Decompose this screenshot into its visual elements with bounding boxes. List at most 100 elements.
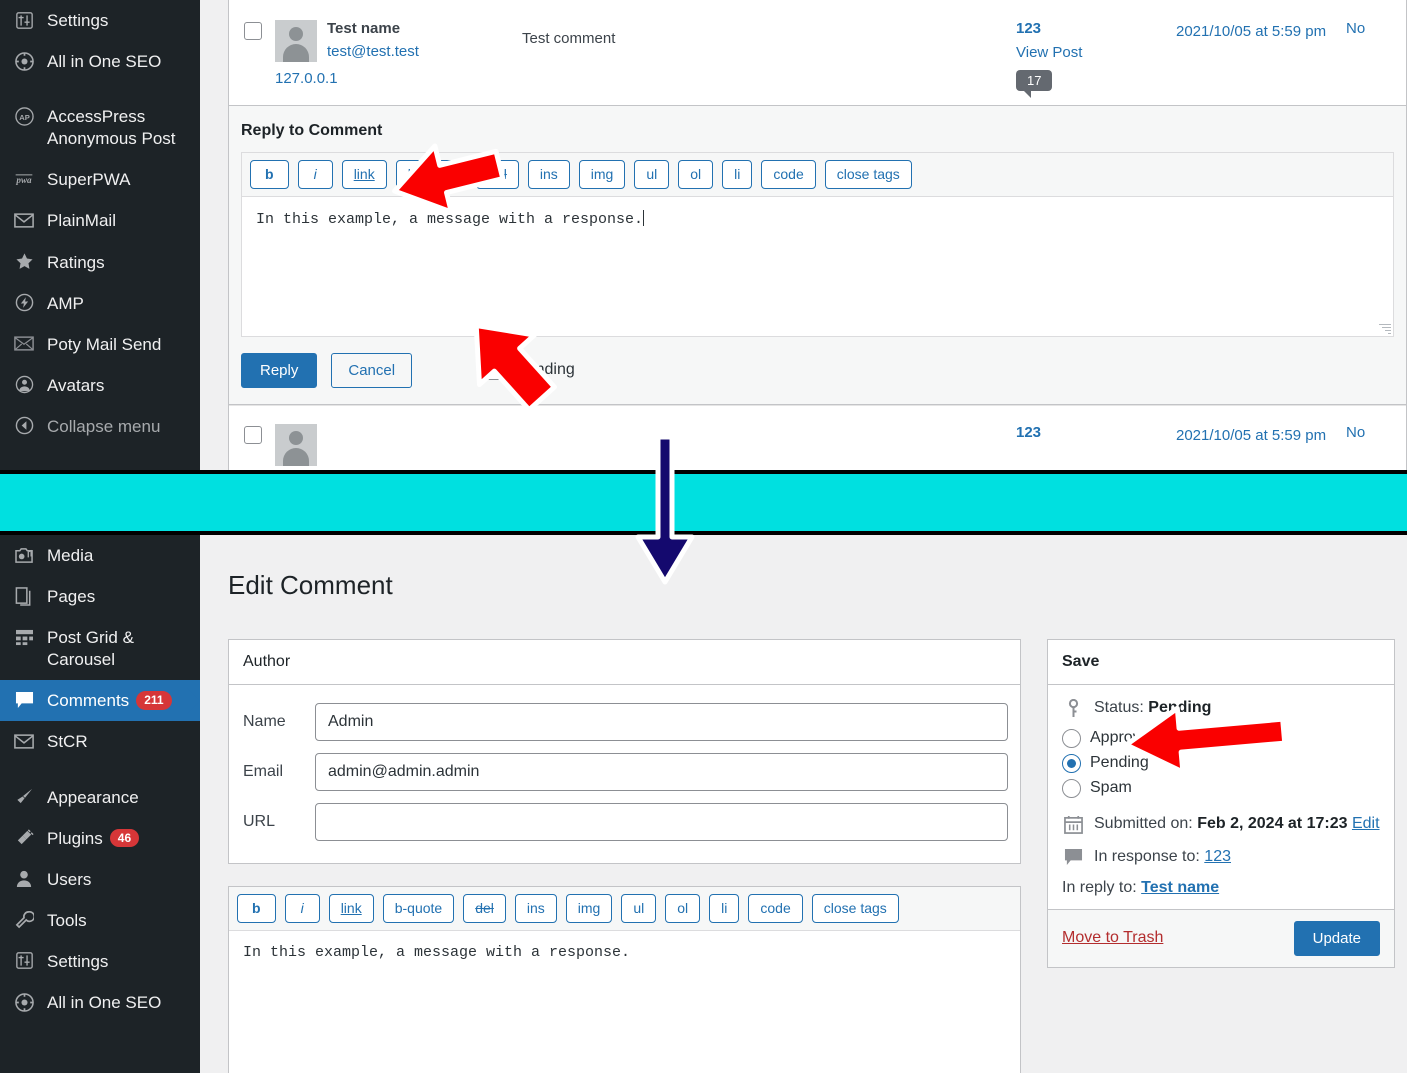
resize-handle[interactable] [1379,322,1391,334]
sidebar-item-label: Appearance [47,787,139,807]
sidebar-item-collapse-menu[interactable]: Collapse menu [0,406,200,447]
comment-textarea[interactable]: In this example, a message with a respon… [229,929,1020,1073]
qt-button-img[interactable]: img [578,160,626,189]
grid-icon [12,626,36,648]
author-url-input[interactable] [315,802,1008,841]
status-radio-spam[interactable]: Spam [1062,776,1380,801]
qt-button-ins[interactable]: ins [514,893,557,923]
author-email-row: Email [241,747,1008,797]
reply-textarea[interactable]: In this example, a message with a respon… [241,196,1394,337]
qt-button-b-quote[interactable]: b-quote [382,893,455,923]
submitted-on[interactable]: 2021/10/05 at 5:59 pm [1176,424,1346,466]
sidebar-item-poty-mail-send[interactable]: Poty Mail Send [0,324,200,365]
pending-checkbox[interactable] [486,360,507,381]
move-to-trash-link[interactable]: Move to Trash [1062,929,1163,947]
pending-label: Pending [516,361,575,379]
avatar [275,20,317,62]
select-comment-checkbox[interactable] [244,22,262,40]
save-metabox: Save Status: Pending Approved Pending Sp… [1047,638,1395,968]
row-checkbox-cell[interactable] [229,20,275,91]
response-post-link[interactable]: 123 [1204,848,1231,865]
post-title-link[interactable]: 123 [1016,20,1176,37]
reply-text-value: In this example, a message with a respon… [256,210,644,228]
qt-button-del[interactable]: del [476,160,519,189]
qt-button-i[interactable]: i [297,160,333,189]
sidebar-item-accesspress-anonymous-post[interactable]: AP AccessPress Anonymous Post [0,96,200,159]
reply-button[interactable]: Reply [241,352,318,388]
envelope-icon [12,333,36,355]
qt-button-li[interactable]: li [722,160,753,189]
sidebar-item-plainmail[interactable]: PlainMail [0,200,200,241]
table-row[interactable]: 123 2021/10/05 at 5:59 pm No [229,404,1406,470]
brush-icon [12,786,36,808]
cancel-button[interactable]: Cancel [331,352,413,388]
author-email-link[interactable]: test@test.test [327,43,419,60]
sidebar-item-appearance[interactable]: Appearance [0,777,200,818]
page-title: Edit Comment [228,570,393,601]
edit-comment-main-column: Author Name Email URL [228,638,1021,1073]
calendar-icon [1062,815,1084,834]
sidebar-item-stcr[interactable]: StCR [0,721,200,762]
edit-date-link[interactable]: Edit [1352,815,1380,832]
sidebar-item-amp[interactable]: AMP [0,283,200,324]
wrench-icon [12,909,36,931]
qt-button-ol[interactable]: ol [678,160,714,189]
qt-button-code[interactable]: code [761,160,816,189]
qt-button-link[interactable]: link [341,160,387,189]
radio-label-pending: Pending [1090,754,1149,772]
author-email-input[interactable] [315,752,1008,791]
qt-button-i[interactable]: i [284,893,320,923]
svg-text:pwa: pwa [15,176,32,186]
sidebar-item-plugins[interactable]: Plugins 46 [0,818,200,859]
sidebar-item-avatars[interactable]: Avatars [0,365,200,406]
sidebar-item-users[interactable]: Users [0,859,200,900]
sidebar-item-all-in-one-seo[interactable]: All in One SEO [0,41,200,82]
table-row[interactable]: Test name test@test.test 127.0.0.1 Test … [229,0,1406,105]
pending-checkbox-group[interactable]: Pending [486,360,575,381]
qt-button-code[interactable]: code [748,893,803,923]
qt-button-b[interactable]: b [250,160,289,189]
qt-button-link[interactable]: link [328,893,374,923]
sidebar-item-pages[interactable]: Pages [0,576,200,617]
author-name-input[interactable] [315,702,1008,741]
radio-pending[interactable] [1062,753,1081,773]
reply-to-author-link[interactable]: Test name [1141,879,1219,896]
author-ip-link[interactable]: 127.0.0.1 [275,70,510,87]
sidebar-item-media[interactable]: Media [0,535,200,576]
sidebar-item-post-grid-carousel[interactable]: Post Grid & Carousel [0,617,200,680]
qt-button-del[interactable]: del [463,893,506,923]
qt-button-ins[interactable]: ins [527,160,570,189]
post-title-link[interactable]: 123 [1016,424,1176,441]
view-post-link[interactable]: View Post [1016,44,1176,61]
qt-button-b[interactable]: b [237,893,276,923]
sidebar-item-ratings[interactable]: Ratings [0,242,200,283]
quicktags-toolbar: b i link b-quote del ins img ul ol li co… [241,152,1394,197]
select-comment-checkbox[interactable] [244,425,262,444]
admin-sidebar-top: Settings All in One SEO AP AccessPress A… [0,0,200,470]
submitted-on[interactable]: 2021/10/05 at 5:59 pm [1176,20,1346,91]
sidebar-item-comments[interactable]: Comments 211 [0,680,200,722]
sidebar-item-superpwa[interactable]: pwa SuperPWA [0,159,200,200]
comment-count-badge[interactable]: 17 [1016,70,1053,98]
sidebar-item-settings[interactable]: Settings [0,941,200,982]
qt-button-ul[interactable]: ul [634,160,670,189]
qt-button-img[interactable]: img [565,893,613,923]
row-checkbox-cell[interactable] [229,424,275,466]
sidebar-item-all-in-one-seo[interactable]: All in One SEO [0,982,200,1023]
qt-button-close-tags[interactable]: close tags [824,160,912,189]
qt-button-ul[interactable]: ul [621,893,657,923]
update-button[interactable]: Update [1293,920,1380,956]
radio-spam[interactable] [1062,778,1081,798]
qt-button-li[interactable]: li [709,893,740,923]
sidebar-item-label: Poty Mail Send [47,334,162,354]
status-radio-pending[interactable]: Pending [1062,751,1380,776]
qt-button-close-tags[interactable]: close tags [811,893,899,923]
qt-button-b-quote[interactable]: b-quote [395,160,468,189]
sidebar-item-tools[interactable]: Tools [0,900,200,941]
status-radio-approved[interactable]: Approved [1062,726,1380,751]
qt-button-ol[interactable]: ol [665,893,701,923]
sidebar-item-settings[interactable]: Settings [0,0,200,41]
save-metabox-title: Save [1048,640,1394,685]
reply-title: Reply to Comment [241,122,383,139]
radio-approved[interactable] [1062,728,1081,748]
